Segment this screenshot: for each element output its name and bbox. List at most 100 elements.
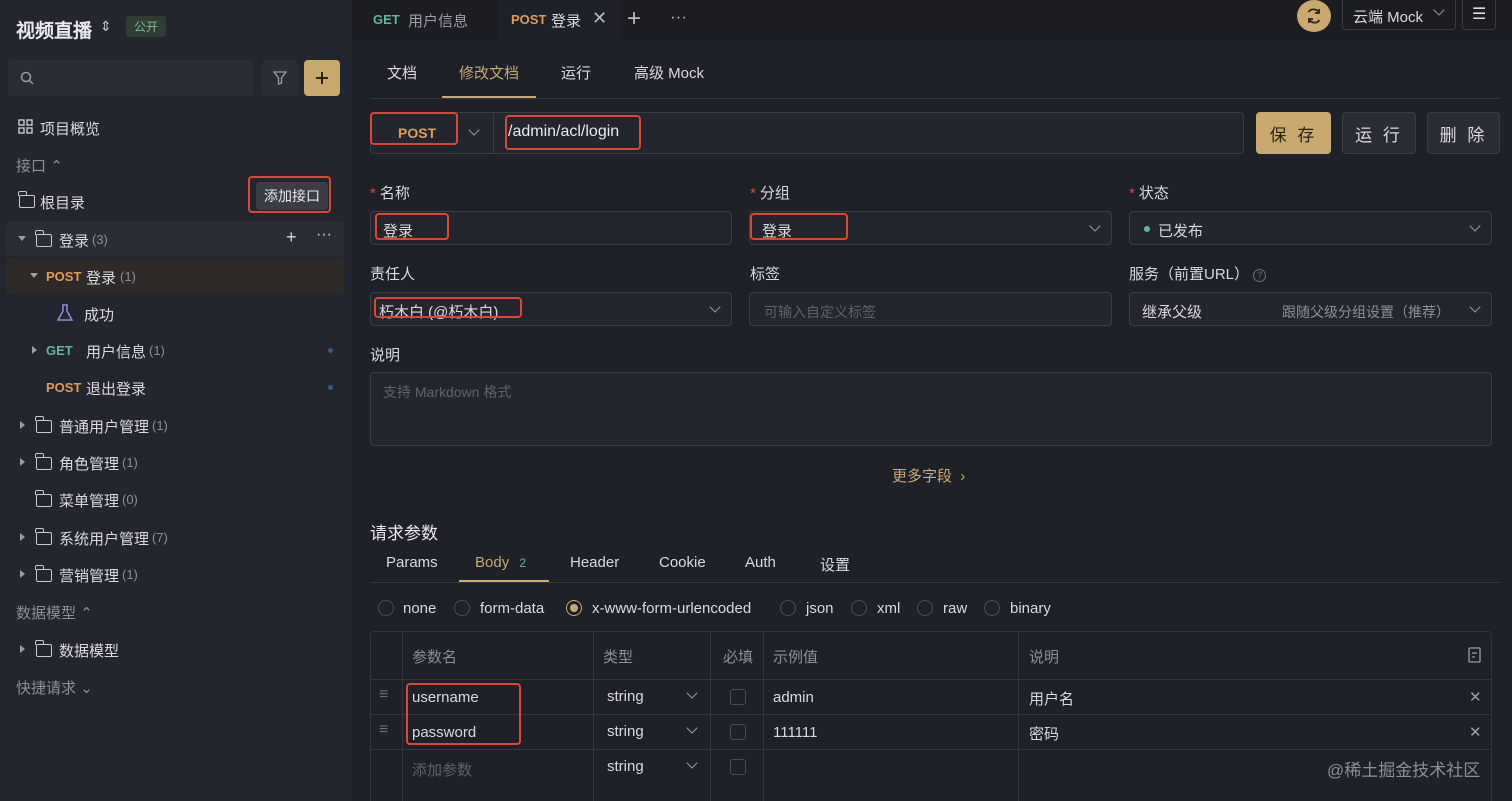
more-fields-link[interactable]: 更多字段 ›	[892, 465, 965, 486]
params-tab-auth[interactable]: Auth	[745, 554, 776, 571]
more-tabs-icon[interactable]: ···	[670, 7, 687, 27]
project-switch-icon[interactable]: ⇕	[100, 18, 112, 35]
tab-label: 登录	[551, 13, 582, 30]
subtab-doc[interactable]: 文档	[387, 62, 417, 83]
delete-button[interactable]: 删 除	[1427, 112, 1500, 154]
radio-raw[interactable]	[917, 600, 933, 616]
param-type[interactable]: string	[607, 688, 644, 705]
subtab-edit-doc[interactable]: 修改文档	[459, 62, 519, 83]
drag-handle-icon[interactable]: ≡	[379, 721, 388, 739]
environment-label: 云端 Mock	[1353, 9, 1424, 26]
params-tab-body[interactable]: Body 2	[475, 554, 526, 571]
folder-icon	[35, 230, 52, 247]
service-select[interactable]: 继承父级 跟随父级分组设置（推荐）	[1129, 292, 1492, 326]
folder-label: 菜单管理	[59, 493, 120, 510]
root-directory-item[interactable]: 根目录	[16, 190, 246, 212]
project-overview-item[interactable]: 项目概览	[16, 116, 336, 138]
column-header-description: 说明	[1029, 649, 1060, 666]
tags-input[interactable]: 可输入自定义标签	[749, 292, 1112, 326]
service-value: 继承父级	[1142, 304, 1203, 321]
models-section-header[interactable]: 数据模型 ⌃	[16, 602, 93, 623]
method-select[interactable]: POST	[370, 112, 494, 154]
tree-folder[interactable]: 系统用户管理 (7)	[6, 520, 344, 554]
tree-folder[interactable]: 营销管理 (1)	[6, 557, 344, 591]
radio-json[interactable]	[780, 600, 796, 616]
help-icon[interactable]: ?	[1253, 269, 1267, 282]
status-select[interactable]: 已发布	[1129, 211, 1492, 245]
required-checkbox[interactable]	[730, 689, 746, 705]
drag-handle-icon[interactable]: ≡	[379, 686, 388, 704]
param-type[interactable]: string	[607, 758, 644, 775]
expand-triangle-icon	[20, 533, 25, 541]
filter-button[interactable]	[262, 60, 298, 96]
tree-folder-models[interactable]: 数据模型	[6, 632, 344, 666]
more-icon[interactable]: ···	[316, 226, 332, 244]
required-checkbox[interactable]	[730, 759, 746, 775]
tree-folder-login[interactable]: 登录 (3) + ···	[6, 222, 344, 256]
tree-item-success-case[interactable]: 成功	[56, 302, 256, 324]
tree-folder[interactable]: 普通用户管理 (1)	[6, 408, 344, 442]
item-label: 登录	[86, 270, 117, 287]
tab-post-login[interactable]: POST 登录 ✕	[498, 0, 620, 40]
status-dot	[328, 385, 333, 390]
add-button[interactable]	[304, 60, 340, 96]
param-name[interactable]: username	[412, 689, 479, 706]
environment-select[interactable]: 云端 Mock	[1342, 0, 1456, 30]
description-textarea[interactable]: 支持 Markdown 格式	[370, 372, 1492, 446]
param-description[interactable]: 用户名	[1029, 688, 1074, 709]
radio-x-www-form-urlencoded[interactable]	[566, 600, 582, 616]
main-panel: GET 用户信息 POST 登录 ✕ + ··· 云端 Mock ☰ 文档 修改…	[352, 0, 1512, 801]
radio-form-data[interactable]	[454, 600, 470, 616]
subtab-advanced-mock[interactable]: 高级 Mock	[634, 62, 704, 83]
params-tab-params[interactable]: Params	[386, 554, 438, 571]
delete-row-icon[interactable]: ✕	[1469, 723, 1482, 741]
save-button[interactable]: 保 存	[1256, 112, 1331, 154]
quick-request-section-header[interactable]: 快捷请求 ⌄	[16, 677, 93, 698]
new-tab-icon[interactable]: +	[627, 5, 641, 33]
param-description[interactable]: 密码	[1029, 723, 1059, 744]
watermark: @稀土掘金技术社区	[1327, 761, 1481, 780]
run-button[interactable]: 运 行	[1342, 112, 1416, 154]
params-tab-settings[interactable]: 设置	[820, 554, 850, 575]
subtab-run[interactable]: 运行	[561, 62, 591, 83]
radio-none[interactable]	[378, 600, 394, 616]
group-select[interactable]: 登录	[749, 211, 1112, 245]
radio-binary[interactable]	[984, 600, 1000, 616]
tree-folder[interactable]: 菜单管理 (0)	[6, 482, 344, 516]
sync-button[interactable]	[1297, 0, 1331, 32]
bulk-edit-icon[interactable]	[1468, 647, 1482, 663]
close-icon[interactable]: ✕	[592, 8, 607, 29]
owner-select[interactable]: 朽木白 (@朽木白)	[370, 292, 732, 326]
tree-item-post-login[interactable]: POST 登录 (1)	[6, 259, 344, 293]
radio-xml[interactable]	[851, 600, 867, 616]
tags-placeholder: 可输入自定义标签	[764, 304, 876, 320]
folder-label: 系统用户管理	[59, 531, 150, 548]
param-name[interactable]: password	[412, 724, 476, 741]
request-params-title: 请求参数	[370, 524, 438, 543]
param-type[interactable]: string	[607, 723, 644, 740]
param-example[interactable]: admin	[773, 689, 814, 706]
search-input[interactable]	[8, 60, 253, 96]
required-checkbox[interactable]	[730, 724, 746, 740]
project-title[interactable]: 视频直播	[16, 16, 92, 43]
tree-item-get-userinfo[interactable]: GET 用户信息 (1)	[6, 333, 344, 367]
param-example[interactable]: 111111	[773, 724, 818, 741]
name-field[interactable]: 登录	[370, 211, 732, 245]
group-label: * 分组	[750, 185, 790, 202]
chevron-down-icon	[1469, 301, 1481, 313]
add-param-input[interactable]: 添加参数	[412, 759, 472, 780]
tab-get-userinfo[interactable]: GET 用户信息	[358, 0, 498, 38]
tree-item-post-logout[interactable]: POST 退出登录	[6, 370, 344, 404]
menu-button[interactable]: ☰	[1462, 0, 1496, 30]
add-child-icon[interactable]: +	[286, 227, 297, 248]
url-input[interactable]: /admin/acl/login	[508, 123, 619, 141]
folder-icon	[35, 640, 52, 657]
tree-folder[interactable]: 角色管理 (1)	[6, 445, 344, 479]
method-label: POST	[46, 269, 82, 284]
params-tab-cookie[interactable]: Cookie	[659, 554, 706, 571]
params-tab-header[interactable]: Header	[570, 554, 619, 571]
folder-count: (1)	[122, 567, 138, 582]
delete-row-icon[interactable]: ✕	[1469, 688, 1482, 706]
interfaces-section-header[interactable]: 接口 ⌃	[16, 155, 63, 176]
folder-label: 数据模型	[59, 643, 120, 660]
